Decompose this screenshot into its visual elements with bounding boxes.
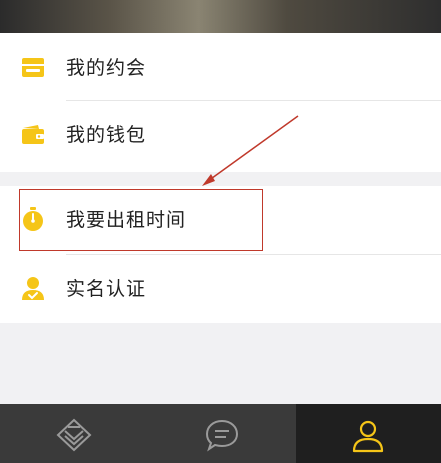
menu-item-label: 我的钱包 (66, 124, 147, 146)
menu-item-wallet[interactable]: 我的钱包 (0, 101, 441, 169)
profile-header-banner (0, 0, 441, 33)
menu-item-label: 我要出租时间 (66, 209, 187, 231)
tab-home[interactable] (0, 404, 148, 463)
menu-group-1: 我的约会 我的钱包 (0, 33, 441, 172)
chat-bubble-icon (205, 419, 239, 452)
menu-group-2: 我要出租时间 实名认证 (0, 186, 441, 323)
stopwatch-icon (23, 207, 43, 231)
calendar-card-icon (22, 58, 44, 77)
tab-messages[interactable] (148, 404, 296, 463)
brand-logo-icon (56, 418, 92, 452)
menu-item-verification[interactable]: 实名认证 (0, 255, 441, 323)
wallet-icon (22, 125, 44, 144)
person-icon (352, 420, 384, 453)
verified-user-icon (22, 277, 44, 300)
menu-item-label: 我的约会 (66, 57, 147, 79)
tab-profile[interactable] (296, 404, 441, 463)
menu-item-rent-time[interactable]: 我要出租时间 (0, 186, 441, 254)
bottom-tab-bar (0, 404, 441, 463)
menu-item-label: 实名认证 (66, 278, 147, 300)
menu-item-appointments[interactable]: 我的约会 (0, 34, 441, 102)
